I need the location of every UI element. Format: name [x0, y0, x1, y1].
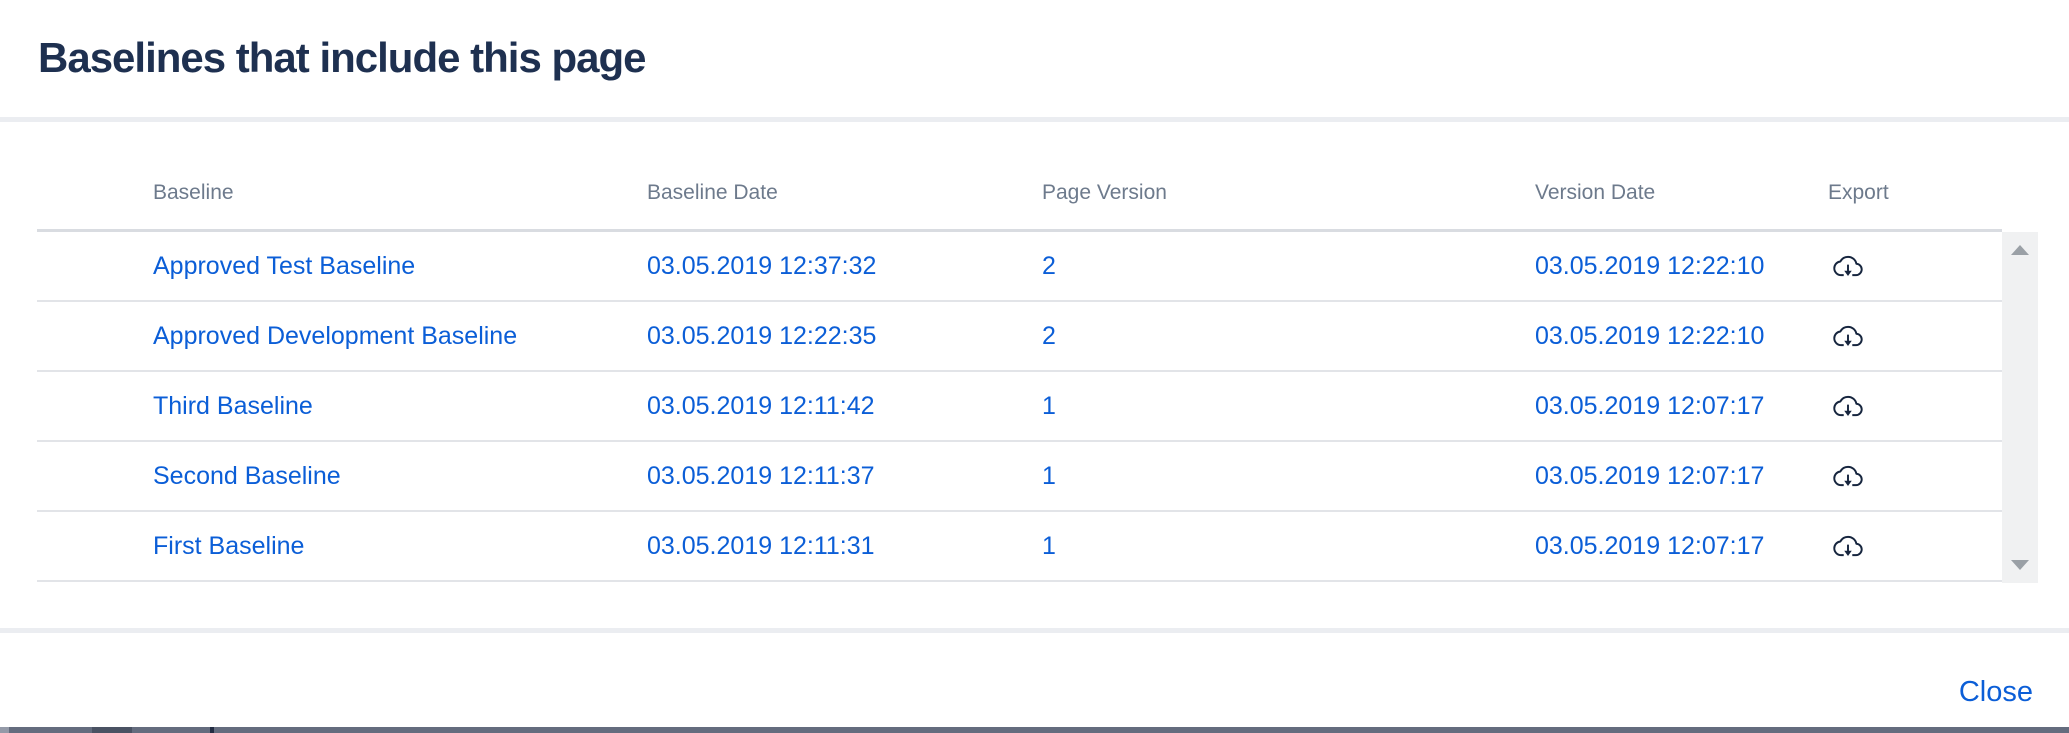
version-date-link[interactable]: 03.05.2019 12:07:17 — [1535, 372, 1764, 440]
baseline-link[interactable]: Approved Test Baseline — [153, 232, 415, 300]
version-date-link[interactable]: 03.05.2019 12:07:17 — [1535, 512, 1764, 580]
export-cell — [1832, 512, 1864, 580]
table-row: Approved Test Baseline 03.05.2019 12:37:… — [0, 232, 2002, 302]
table-row: Approved Development Baseline 03.05.2019… — [0, 302, 2002, 372]
baselines-dialog: Baselines that include this page Baselin… — [0, 0, 2069, 733]
baseline-link[interactable]: Second Baseline — [153, 442, 341, 510]
cloud-download-icon[interactable] — [1832, 250, 1864, 282]
underlying-page-segment — [0, 727, 9, 733]
export-cell — [1832, 302, 1864, 370]
column-header-page-version: Page Version — [1042, 168, 1167, 218]
triangle-down-icon[interactable] — [2011, 560, 2029, 570]
page-version-link[interactable]: 2 — [1042, 302, 1056, 370]
table-row: First Baseline 03.05.2019 12:11:31 1 03.… — [0, 512, 2002, 582]
baseline-date-link[interactable]: 03.05.2019 12:11:37 — [647, 442, 875, 510]
column-header-export: Export — [1828, 168, 1889, 218]
column-header-version-date: Version Date — [1535, 168, 1655, 218]
page-version-link[interactable]: 1 — [1042, 442, 1056, 510]
table-row: Third Baseline 03.05.2019 12:11:42 1 03.… — [0, 372, 2002, 442]
underlying-page-edge — [0, 727, 2069, 733]
column-header-baseline: Baseline — [153, 168, 234, 218]
cloud-download-icon[interactable] — [1832, 320, 1864, 352]
cloud-download-icon[interactable] — [1832, 390, 1864, 422]
version-date-link[interactable]: 03.05.2019 12:22:10 — [1535, 302, 1764, 370]
page-version-link[interactable]: 1 — [1042, 512, 1056, 580]
column-header-baseline-date: Baseline Date — [647, 168, 778, 218]
table-scrollbar[interactable] — [2002, 232, 2038, 583]
footer-divider — [0, 628, 2069, 633]
baselines-table: Approved Test Baseline 03.05.2019 12:37:… — [0, 232, 2002, 583]
page-version-link[interactable]: 1 — [1042, 372, 1056, 440]
page-version-link[interactable]: 2 — [1042, 232, 1056, 300]
cloud-download-icon[interactable] — [1832, 530, 1864, 562]
version-date-link[interactable]: 03.05.2019 12:07:17 — [1535, 442, 1764, 510]
baseline-date-link[interactable]: 03.05.2019 12:37:32 — [647, 232, 876, 300]
underlying-page-segment — [210, 727, 214, 733]
baseline-link[interactable]: First Baseline — [153, 512, 304, 580]
export-cell — [1832, 232, 1864, 300]
baseline-link[interactable]: Approved Development Baseline — [153, 302, 517, 370]
close-button[interactable]: Close — [1959, 676, 2033, 709]
cloud-download-icon[interactable] — [1832, 460, 1864, 492]
export-cell — [1832, 442, 1864, 510]
title-divider — [0, 117, 2069, 122]
baseline-date-link[interactable]: 03.05.2019 12:11:42 — [647, 372, 875, 440]
baseline-link[interactable]: Third Baseline — [153, 372, 313, 440]
baseline-date-link[interactable]: 03.05.2019 12:22:35 — [647, 302, 876, 370]
underlying-page-segment — [92, 727, 132, 733]
export-cell — [1832, 372, 1864, 440]
table-row: Second Baseline 03.05.2019 12:11:37 1 03… — [0, 442, 2002, 512]
triangle-up-icon[interactable] — [2011, 245, 2029, 255]
version-date-link[interactable]: 03.05.2019 12:22:10 — [1535, 232, 1764, 300]
baseline-date-link[interactable]: 03.05.2019 12:11:31 — [647, 512, 875, 580]
table-header-row: Baseline Baseline Date Page Version Vers… — [0, 168, 2002, 218]
dialog-title: Baselines that include this page — [38, 34, 646, 82]
